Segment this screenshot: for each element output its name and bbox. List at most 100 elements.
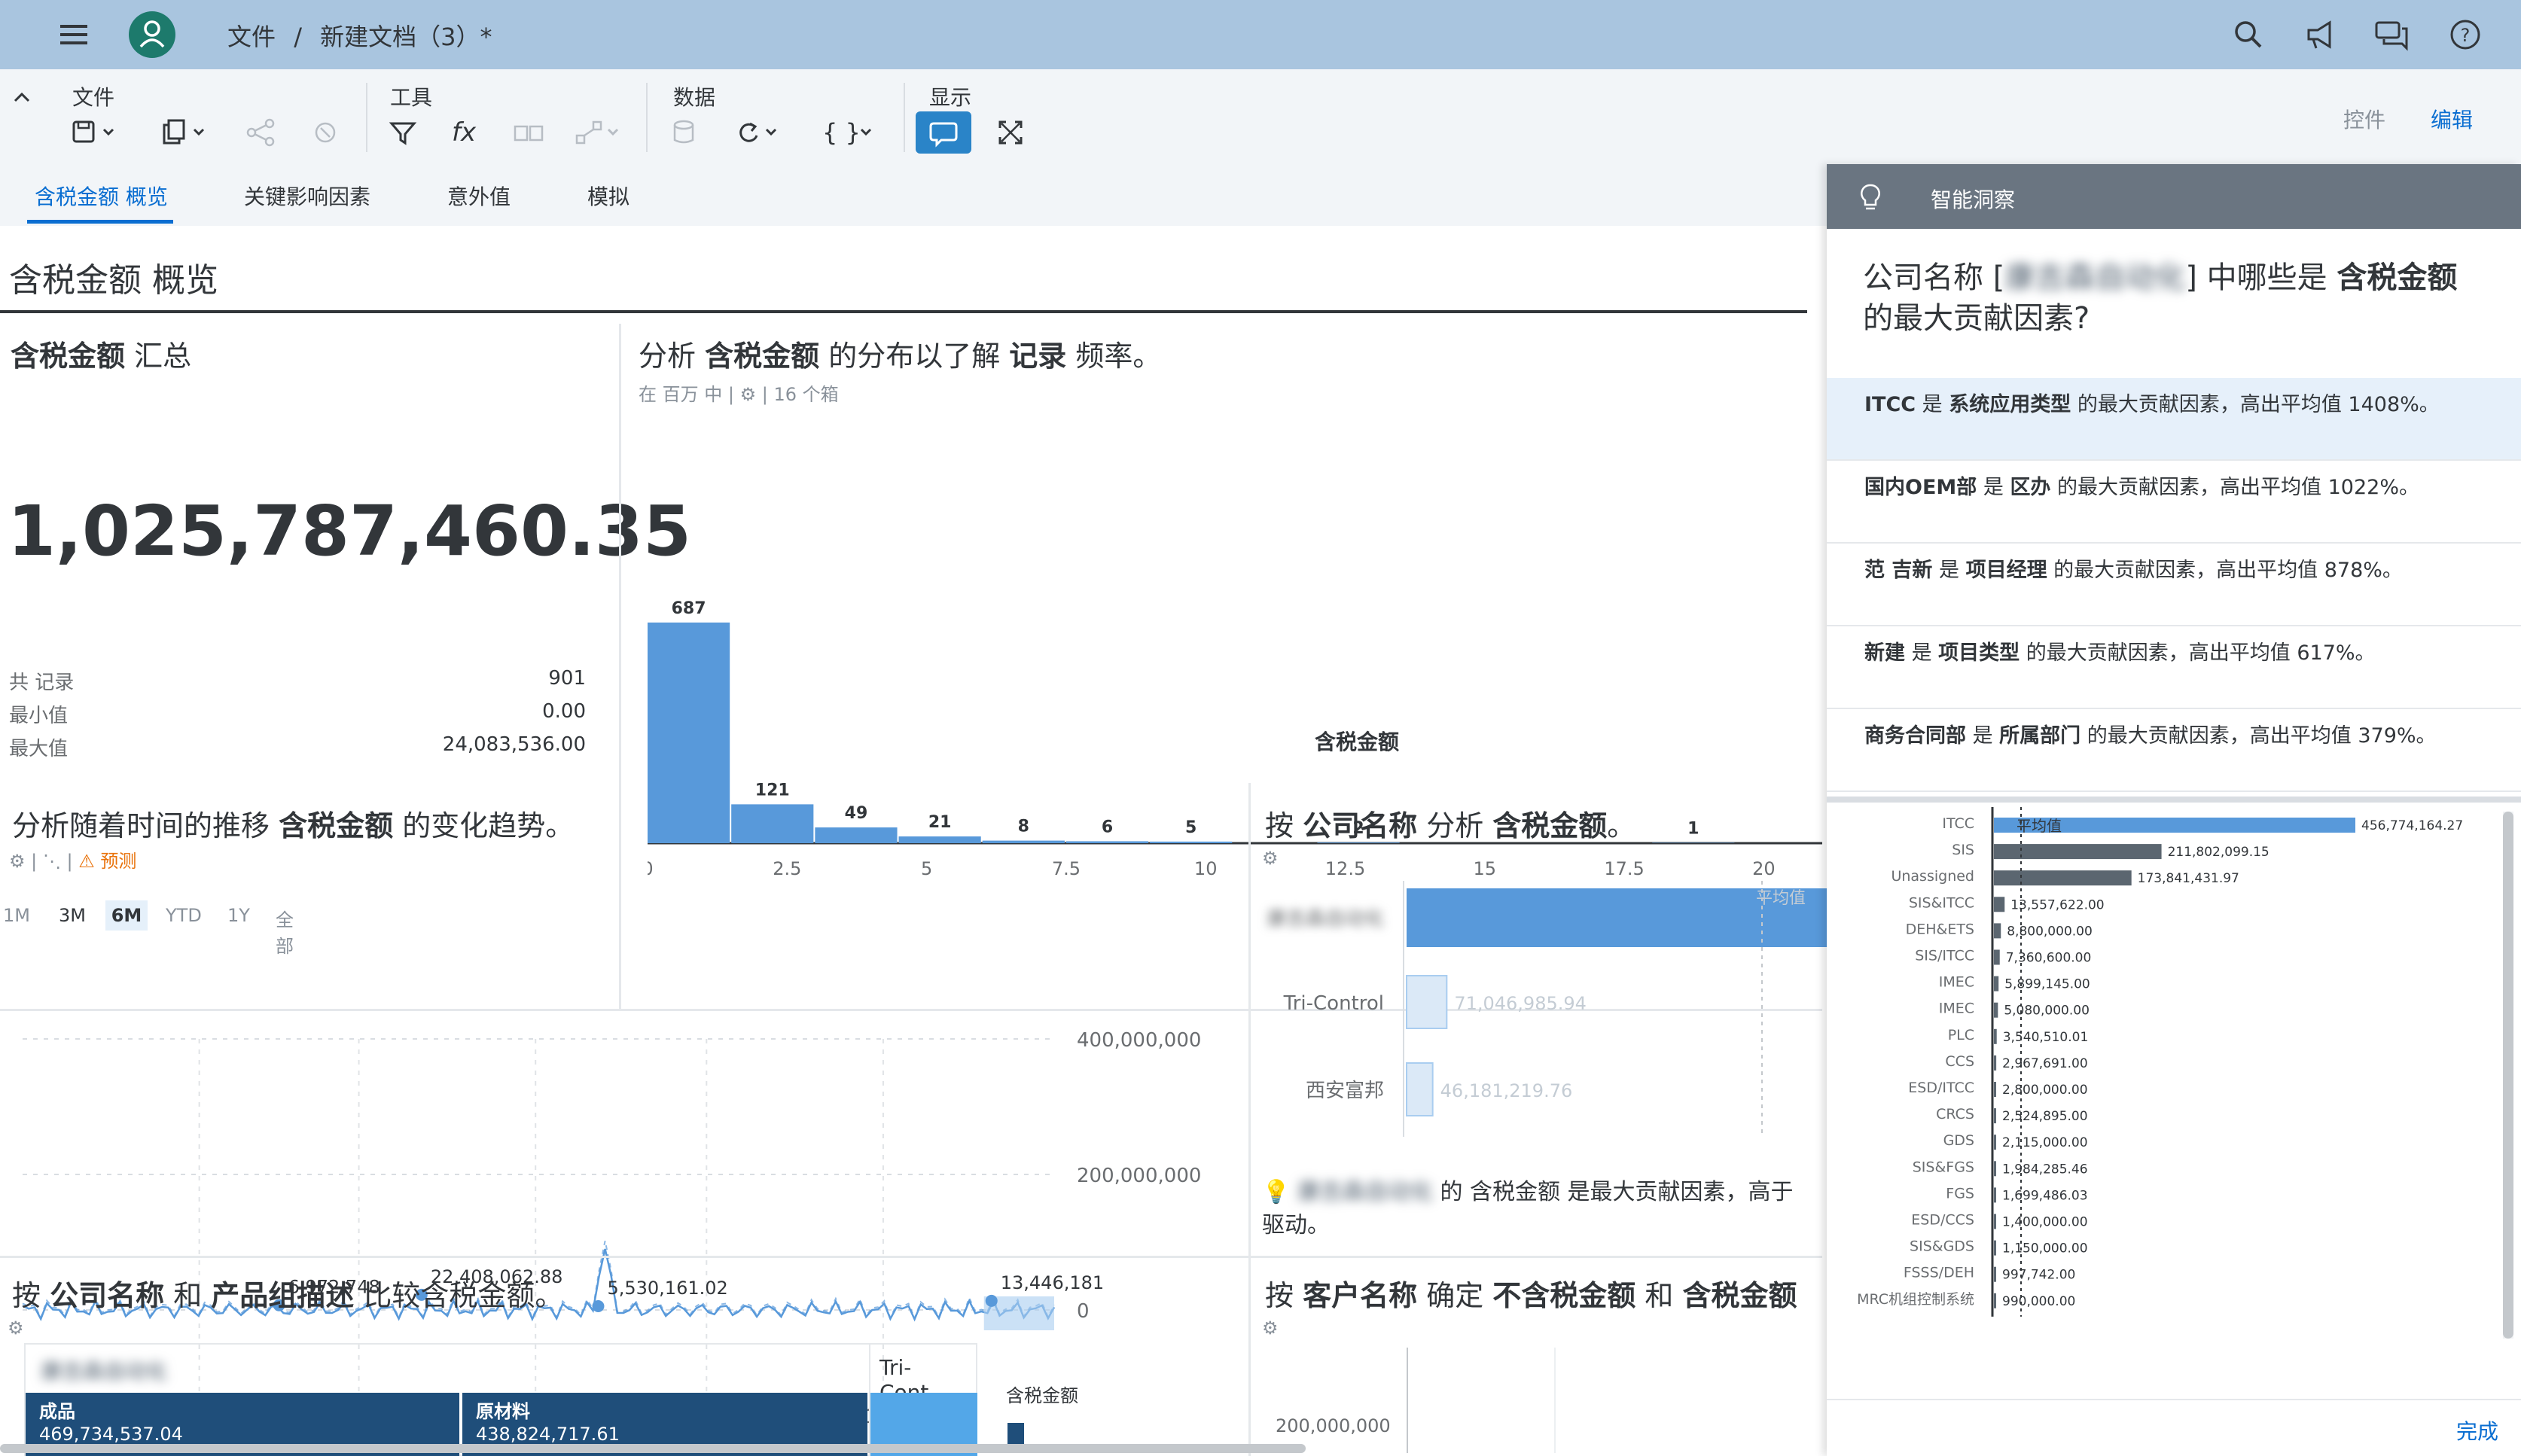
svg-text:?: ? (2461, 25, 2471, 46)
lightbulb-icon (1861, 184, 1880, 210)
insight-category-label: ITCC (1942, 815, 1974, 832)
range-ytd[interactable]: YTD (166, 905, 202, 926)
summary-total: 1,025,787,460.35 (8, 491, 691, 571)
insight-value-label: 3,540,510.01 (2003, 1030, 2089, 1045)
chevron-down-icon[interactable] (857, 113, 879, 152)
summary-row: 最小值 0.00 (9, 700, 586, 733)
histogram-bar (1150, 841, 1233, 843)
comment-mode-button[interactable] (916, 111, 971, 154)
insight-item[interactable]: 新建 是 项目类型 的最大贡献因素，高出平均值 617%。 (1827, 626, 2521, 709)
company-bar-chart[interactable]: 康吉森自动化 Tri-Control 71,046,985.94 西安富邦 46,181… (1250, 881, 1827, 1197)
insight-bar (1994, 1293, 1996, 1308)
insight-scrollbar-thumb[interactable] (2503, 812, 2513, 1339)
database-icon[interactable] (667, 113, 706, 152)
breadcrumb-file[interactable]: 文件 (227, 23, 276, 51)
insight-item[interactable]: ITCC 是 系统应用类型 的最大贡献因素，高出平均值 1408%。 (1827, 378, 2521, 461)
settings-icon: ⚙ (8, 1317, 24, 1339)
tab-simulation[interactable]: 模拟 (587, 181, 629, 211)
insight-category-label: ESD/ITCC (1908, 1080, 1974, 1096)
tab-key-influencers[interactable]: 关键影响因素 (244, 181, 370, 211)
announcement-icon[interactable] (2301, 15, 2340, 54)
histogram-bar-label: 5 (1185, 818, 1196, 837)
copy-icon[interactable] (160, 113, 212, 152)
insight-item[interactable]: 范 吉新 是 项目经理 的最大贡献因素，高出平均值 878%。 (1827, 544, 2521, 626)
formula-icon[interactable]: fx (452, 113, 482, 152)
summary-rows: 共 记录 901 最小值 0.00 最大值 24,083,536.00 (9, 667, 586, 766)
insight-bar (1994, 1055, 1997, 1071)
insight-footer-divider (1827, 1399, 2521, 1400)
title-divider (0, 310, 1807, 313)
histogram-x-tick: 7.5 (1052, 858, 1081, 879)
tab-outliers[interactable]: 意外值 (447, 181, 511, 211)
insight-bar-chart[interactable]: ITCC 456,774,164.27 SIS 211,802,099.15 Unass… (1827, 807, 2521, 1349)
tab-overview[interactable]: 含税金额 概览 (35, 181, 168, 211)
insight-item[interactable]: 国内OEM部 是 区办 的最大贡献因素，高出平均值 1022%。 (1827, 461, 2521, 544)
insight-bar (1994, 844, 2162, 860)
company-category-label: 西安富邦 (1306, 1080, 1384, 1102)
insight-category-label: FSSS/DEH (1904, 1265, 1974, 1281)
share-icon[interactable] (242, 113, 282, 152)
trend-y-tick: 400,000,000 (1077, 1029, 1201, 1052)
hierarchy-icon[interactable] (571, 113, 623, 152)
help-icon[interactable]: ? (2446, 15, 2485, 54)
insight-bar (1994, 949, 2000, 965)
insight-bar (1994, 1082, 1996, 1097)
insight-value-label: 8,800,000.00 (2007, 924, 2093, 939)
insight-scrollbar-track[interactable] (2503, 812, 2513, 1339)
distribution-subtitle: 在 百万 中 | ⚙ | 16 个箱 (639, 384, 839, 405)
filter-icon[interactable] (384, 113, 423, 152)
histogram-bar-label: 21 (928, 813, 952, 832)
edit-link[interactable]: 编辑 (2431, 104, 2473, 134)
histogram-bar (982, 840, 1065, 843)
insight-splitter[interactable] (1827, 797, 2521, 803)
customer-gridline (1554, 1348, 1556, 1453)
company-bar (1406, 975, 1448, 1029)
discussion-icon[interactable] (2372, 15, 2411, 54)
histogram-x-tick: 12.5 (1325, 858, 1365, 879)
treemap-cell-value: 469,734,537.04 (39, 1424, 183, 1445)
insight-item[interactable]: 商务合同部 是 所属部门 的最大贡献因素，高出平均值 379%。 (1827, 709, 2521, 792)
insight-value-label: 1,699,486.03 (2002, 1188, 2088, 1203)
save-icon[interactable] (69, 113, 122, 152)
collapse-chevron-icon[interactable] (11, 86, 33, 108)
fullscreen-icon[interactable] (991, 113, 1030, 152)
toolbar-separator (366, 83, 367, 152)
insight-bar (1994, 1108, 1996, 1124)
menu-icon[interactable] (54, 15, 93, 54)
toolbar-group-file: 文件 (72, 85, 115, 110)
search-icon[interactable] (2229, 15, 2268, 54)
done-button[interactable]: 完成 (2456, 1415, 2498, 1445)
insight-value-label: 997,742.00 (2002, 1268, 2075, 1283)
insight-bar (1994, 923, 2001, 939)
company-category-label: Tri-Control (1283, 992, 1384, 1015)
compare-title: 按 公司名称 和 产品组描述 比较含税金额。 (12, 1279, 564, 1312)
range-1m[interactable]: 1M (0, 905, 30, 926)
summary-row-value: 901 (548, 667, 586, 690)
treemap[interactable]: 康吉森自动化 Tri-Cont... 成品 469,734,537.04 原材料… (24, 1343, 977, 1456)
cancel-icon[interactable] (307, 113, 346, 152)
customer-axis (1407, 1348, 1408, 1453)
smart-insights-panel: 智能洞察 公司名称 [康吉森自动化] 中哪些是 含税金额 的最大贡献因素? IT… (1827, 164, 2521, 1456)
histogram-x-tick: 15 (1474, 858, 1497, 879)
range-1y[interactable]: 1Y (227, 905, 250, 926)
toolbar-group-display: 显示 (929, 85, 972, 110)
toolbar-separator (646, 83, 648, 152)
toolbar: 文件 工具 fx 数据 { } 显示 控件 编辑 (0, 69, 2521, 164)
horizontal-scrollbar[interactable] (0, 1444, 1306, 1453)
company-insight: 💡 康吉森自动化 的 含税金额 是最大贡献因素，高于 驱动。 (1262, 1176, 1827, 1242)
trend-subtitle: ⚙ | ⋱ | ⚠ 预测 (9, 851, 137, 872)
geo-icon[interactable] (509, 113, 548, 152)
insight-category-label: IMEC (1939, 1001, 1974, 1017)
company-insight-text-2: 驱动。 (1262, 1212, 1330, 1238)
refresh-icon[interactable] (732, 113, 785, 152)
controls-link[interactable]: 控件 (2343, 104, 2385, 134)
insight-category-label: FGS (1946, 1185, 1974, 1202)
treemap-cell-label: 成品 (39, 1401, 75, 1422)
histogram-bar (898, 836, 981, 843)
page-title: 含税金额 概览 (9, 261, 218, 300)
customer-title: 按 客户名称 确定 不含税金额 和 含税金额 (1265, 1279, 1797, 1312)
insight-value-label: 2,967,691.00 (2002, 1056, 2088, 1071)
range-3m[interactable]: 3M (59, 905, 86, 926)
trend-point (592, 1300, 605, 1313)
avatar[interactable] (128, 11, 176, 59)
